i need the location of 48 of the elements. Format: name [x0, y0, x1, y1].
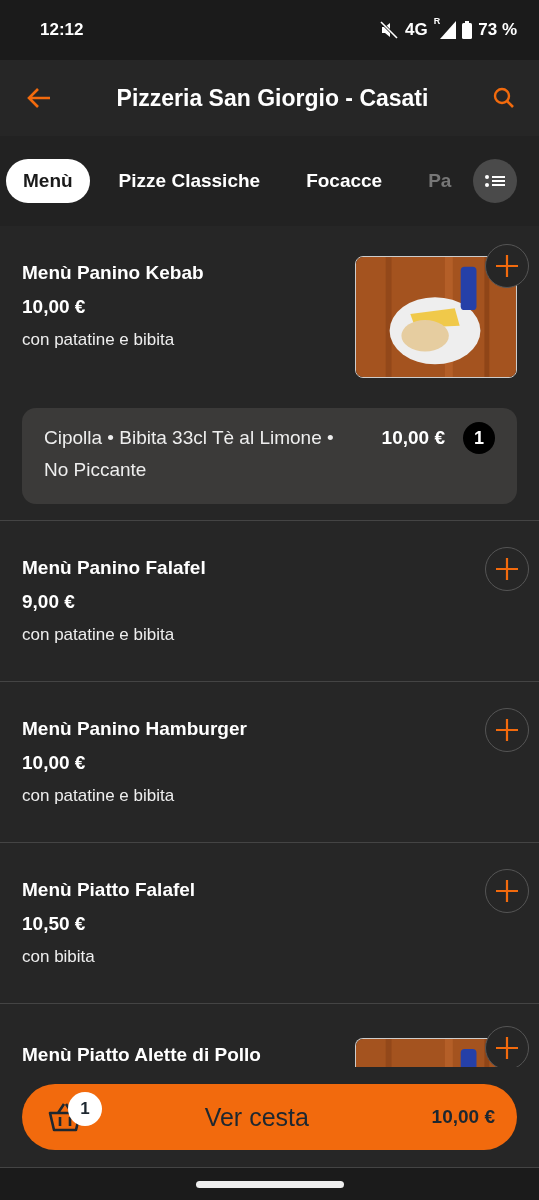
category-tab[interactable]: Menù [6, 159, 90, 203]
item-price: 10,50 € [22, 913, 87, 935]
battery-icon [462, 21, 473, 39]
list-icon [485, 174, 505, 188]
view-cart-button[interactable]: 1 Ver cesta 10,00 € [22, 1084, 517, 1150]
add-button[interactable] [485, 708, 529, 752]
quantity-badge: 1 [463, 422, 495, 454]
selected-options: Cipolla • Bibita 33cl Tè al Limone • No Piccante [44, 422, 344, 486]
plus-icon [495, 718, 519, 742]
signal-icon [440, 21, 457, 39]
roaming-label: R [433, 16, 441, 26]
item-name: Menù Piatto Alette di Pollo [22, 1044, 262, 1066]
menu-item[interactable]: Menù Panino Kebab 10,00 € con patatine e bibita Cipolla • Bibita 33cl Tè al Limone • No Piccante 10,00 € 1 [0, 226, 539, 521]
category-tab[interactable]: Pa [411, 159, 469, 203]
plus-icon [495, 254, 519, 278]
category-tab[interactable]: Pizze Classiche [101, 159, 278, 203]
item-description: con patatine e bibita [22, 786, 176, 806]
item-description: con bibita [22, 947, 96, 967]
battery-level: 73 % [478, 20, 517, 40]
item-name: Menù Panino Falafel [22, 557, 207, 579]
line-price: 10,00 € [381, 426, 445, 450]
item-price: 9,00 € [22, 591, 76, 613]
item-name: Menù Panino Kebab [22, 262, 205, 284]
cart-count-badge: 1 [68, 1092, 102, 1126]
network-label: 4G [405, 20, 428, 40]
restaurant-title: Pizzeria San Giorgio - Casati [115, 84, 430, 112]
plus-icon [495, 557, 519, 581]
filter-button[interactable] [473, 159, 517, 203]
add-button[interactable] [485, 869, 529, 913]
menu-item[interactable]: Menù Piatto Falafel 10,50 € con bibita [0, 843, 539, 1004]
add-button[interactable] [485, 244, 529, 288]
item-name: Menù Panino Hamburger [22, 718, 248, 740]
item-name: Menù Piatto Falafel [22, 879, 197, 901]
plus-icon [495, 879, 519, 903]
status-time: 12:12 [40, 20, 84, 40]
add-button[interactable] [485, 1026, 529, 1067]
home-indicator[interactable] [195, 1180, 344, 1188]
plus-icon [495, 1036, 519, 1060]
item-price: 10,00 € [22, 296, 87, 318]
menu-item[interactable]: Menù Panino Hamburger 10,00 € con patatine e bibita [0, 682, 539, 843]
item-description: con patatine e bibita [22, 625, 176, 645]
item-price: 10,00 € [22, 752, 87, 774]
menu-item[interactable]: Menù Panino Falafel 9,00 € con patatine e bibita [0, 521, 539, 682]
category-tab[interactable]: Focacce [289, 159, 400, 203]
add-button[interactable] [485, 547, 529, 591]
mute-icon [379, 20, 400, 40]
item-description: con patatine e bibita [22, 330, 176, 350]
cart-line-card[interactable]: Cipolla • Bibita 33cl Tè al Limone • No Piccante 10,00 € 1 [22, 408, 517, 504]
